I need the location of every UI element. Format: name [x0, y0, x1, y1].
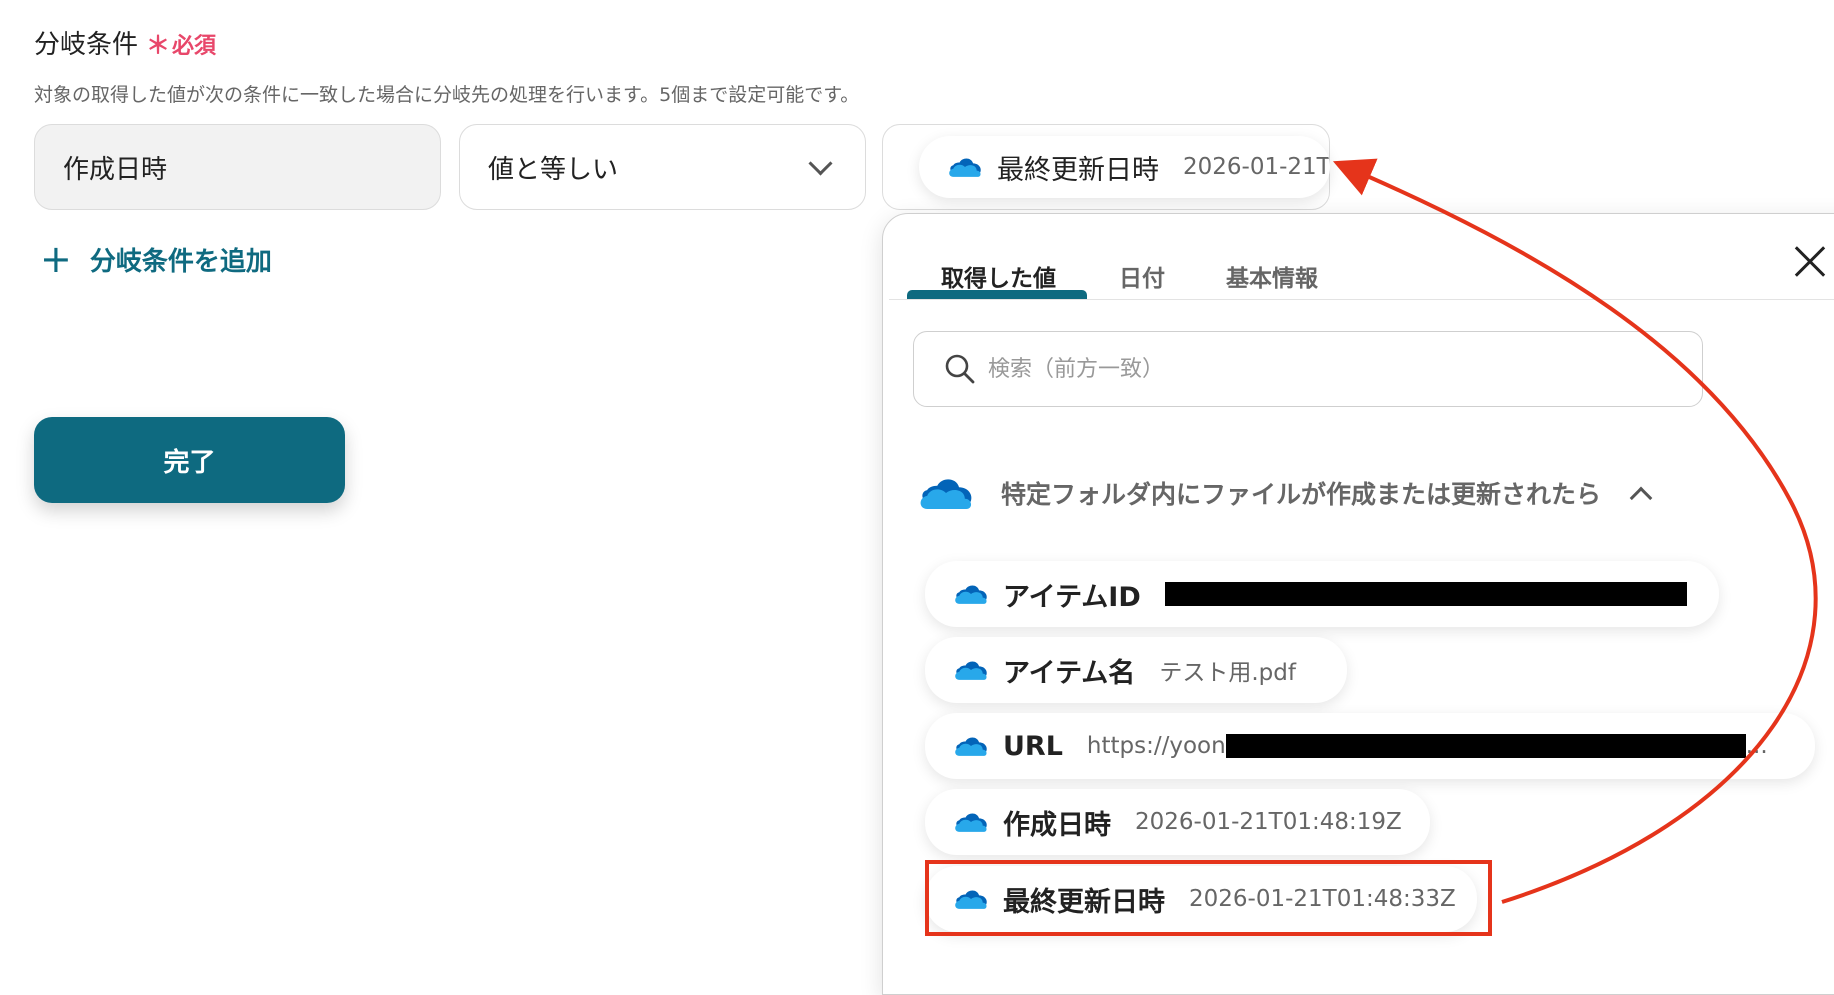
annotation-arrow — [1332, 158, 1818, 904]
